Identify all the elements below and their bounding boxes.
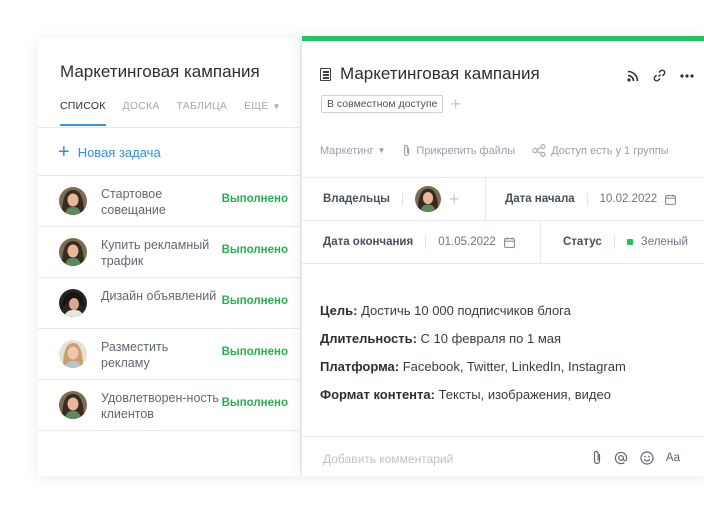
description-line: Платформа: Facebook, Twitter, LinkedIn, … [320,353,626,381]
start-date-field[interactable]: Дата начала 10.02.2022 [486,178,677,220]
meta-row: Маркетинг ▼ Прикрепить файлы Доступ есть… [320,144,669,157]
description-key: Цель: [320,303,358,318]
rss-icon[interactable] [627,70,639,82]
status-field[interactable]: Статус Зеленый [541,221,688,263]
mention-icon[interactable] [614,451,628,465]
tab-board[interactable]: ДОСКА [123,100,160,126]
task-name: Разместить рекламу [101,340,169,370]
comment-bar: Добавить комментарий Aa [302,436,704,481]
emoji-icon[interactable] [640,450,654,465]
comment-tools: Aa [592,450,680,465]
paperclip-icon [404,144,410,157]
shared-badge[interactable]: В совместном доступе [321,95,444,113]
link-icon[interactable] [653,69,666,82]
status-badge: Выполнено [221,193,288,205]
task-detail-panel: Маркетинговая кампания В совместном дост… [302,36,704,476]
header-actions [627,69,694,82]
field-row: Дата окончания 01.05.2022 Статус Зеленый [302,221,704,264]
divider [425,235,427,249]
task-row[interactable]: Стартовое совещание Выполнено [38,176,300,227]
comment-input[interactable]: Добавить комментарий [323,452,453,466]
folder-label: Маркетинг [320,144,374,157]
end-date-value: 01.05.2022 [438,236,496,248]
attach-label: Прикрепить файлы [416,144,516,157]
description-line: Формат контента: Тексты, изображения, ви… [320,381,626,409]
document-icon [320,67,331,81]
folder-dropdown[interactable]: Маркетинг ▼ [320,145,385,157]
status-badge: Выполнено [221,244,288,256]
field-row: Владельцы + Дата начала 10.02.2022 [302,178,704,221]
text-format-button[interactable]: Aa [666,452,680,464]
add-owner-icon[interactable]: + [449,190,460,208]
plus-icon: + [58,141,70,163]
description-value: С 10 февраля по 1 мая [416,331,562,346]
task-list: Стартовое совещание Выполнено Купить рек… [38,175,300,431]
project-title: Маркетинговая кампания [60,62,260,81]
owners-field: Владельцы + [302,178,486,220]
status-badge: Выполнено [221,397,288,409]
caret-down-icon: ▼ [272,102,281,111]
status-label: Статус [563,236,602,248]
divider [613,235,615,249]
detail-title: Маркетинговая кампания [320,64,540,84]
tab-more-label: ЕЩЕ [244,100,269,112]
share-row: В совместном доступе + [321,95,461,113]
start-date-label: Дата начала [505,193,575,205]
end-date-label: Дата окончания [323,236,414,248]
avatar[interactable] [414,186,441,212]
description-line: Длительность: С 10 февраля по 1 мая [320,325,626,353]
new-task-label: Новая задача [77,144,161,160]
status-badge: Выполнено [221,346,288,358]
calendar-icon [503,237,515,248]
paperclip-icon[interactable] [592,450,602,465]
start-date-value: 10.02.2022 [599,193,658,205]
status-color-indicator [626,239,633,245]
divider [586,192,588,206]
view-tabs: СПИСОК ДОСКА ТАБЛИЦА ЕЩЕ ▼ [60,100,298,126]
task-name: Удовлетворен-ность клиентов [101,391,219,421]
tab-list[interactable]: СПИСОК [60,100,106,126]
end-date-field[interactable]: Дата окончания 01.05.2022 [302,221,541,263]
task-row[interactable]: Купить рекламный трафик Выполнено [38,227,300,278]
fields: Владельцы + Дата начала 10.02.2022 Дата … [302,177,704,264]
status-value: Зеленый [640,236,688,248]
new-task-button[interactable]: + Новая задача [58,142,161,162]
calendar-icon [665,194,677,205]
avatar [59,187,87,215]
access-button[interactable]: Доступ есть у 1 группы [532,144,669,157]
caret-down-icon: ▼ [377,146,386,155]
task-row[interactable]: Разместить рекламу Выполнено [38,329,300,380]
more-icon[interactable] [680,73,694,78]
task-row[interactable]: Дизайн объявлений Выполнено [38,278,300,329]
description-key: Длительность: [320,331,417,346]
task-list-panel: Маркетинговая кампания СПИСОК ДОСКА ТАБЛ… [38,38,301,476]
task-row[interactable]: Удовлетворен-ность клиентов Выполнено [38,380,300,431]
task-name: Стартовое совещание [101,187,166,217]
avatar [59,289,87,317]
attach-files-button[interactable]: Прикрепить файлы [402,144,515,157]
avatar [59,238,87,266]
description-value: Достичь 10 000 подписчиков блога [357,303,571,318]
divider [401,192,403,206]
description-key: Платформа: [320,359,400,374]
avatar [59,391,87,419]
description-line: Цель: Достичь 10 000 подписчиков блога [320,297,626,325]
avatar [59,340,87,368]
description-value: Тексты, изображения, видео [434,387,611,402]
status-badge: Выполнено [221,295,288,307]
description-value: Facebook, Twitter, LinkedIn, Instagram [399,359,626,374]
task-description[interactable]: Цель: Достичь 10 000 подписчиков блога Д… [320,297,626,409]
owners-label: Владельцы [323,193,390,205]
share-nodes-icon [532,144,546,157]
description-key: Формат контента: [320,387,435,402]
tab-table[interactable]: ТАБЛИЦА [177,100,228,126]
tab-more[interactable]: ЕЩЕ ▼ [244,100,281,126]
task-name: Купить рекламный трафик [101,238,210,268]
access-label: Доступ есть у 1 группы [551,144,669,157]
divider [38,127,300,128]
detail-title-text[interactable]: Маркетинговая кампания [340,64,540,84]
add-share-icon[interactable]: + [450,95,461,113]
task-name: Дизайн объявлений [101,289,217,303]
